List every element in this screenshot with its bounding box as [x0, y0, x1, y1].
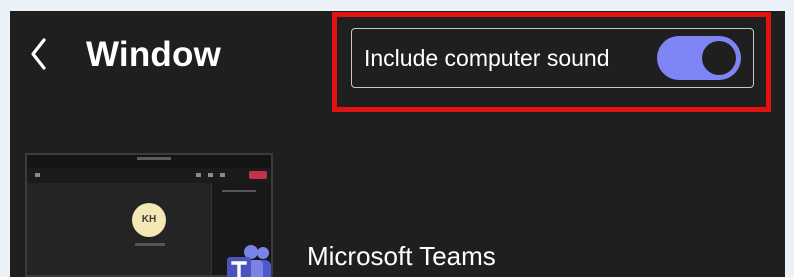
thumbnail-toolbar-icon: [35, 173, 40, 177]
thumbnail-title-bar: [27, 155, 271, 168]
screen-sharing-panel: Window Include computer sound KH Microso…: [10, 11, 785, 277]
thumbnail-toolbar-icon: [208, 173, 213, 177]
page-title: Window: [86, 35, 222, 74]
microsoft-teams-icon: [227, 245, 273, 277]
thumbnail-participant-name: [135, 243, 165, 246]
thumbnail-meeting-toolbar: [27, 168, 271, 183]
chevron-left-icon: [31, 38, 46, 70]
toggle-knob: [702, 41, 736, 75]
window-option-microsoft-teams[interactable]: KH Microsoft Teams: [25, 153, 785, 277]
thumbnail-avatar: KH: [132, 203, 166, 237]
thumbnail-leave-button: [249, 171, 267, 179]
window-share-header: Window Include computer sound: [10, 11, 785, 112]
window-name: Microsoft Teams: [307, 241, 496, 271]
include-computer-sound-label: Include computer sound: [364, 45, 610, 71]
thumbnail-toolbar-icon: [220, 173, 225, 177]
include-computer-sound-setting[interactable]: Include computer sound: [351, 28, 754, 88]
thumbnail-panel-text-line: [222, 190, 256, 192]
thumbnail-title-mark: [137, 157, 171, 160]
thumbnail-toolbar-icon: [196, 173, 201, 177]
include-computer-sound-toggle[interactable]: [657, 36, 741, 80]
back-button[interactable]: [26, 35, 52, 73]
